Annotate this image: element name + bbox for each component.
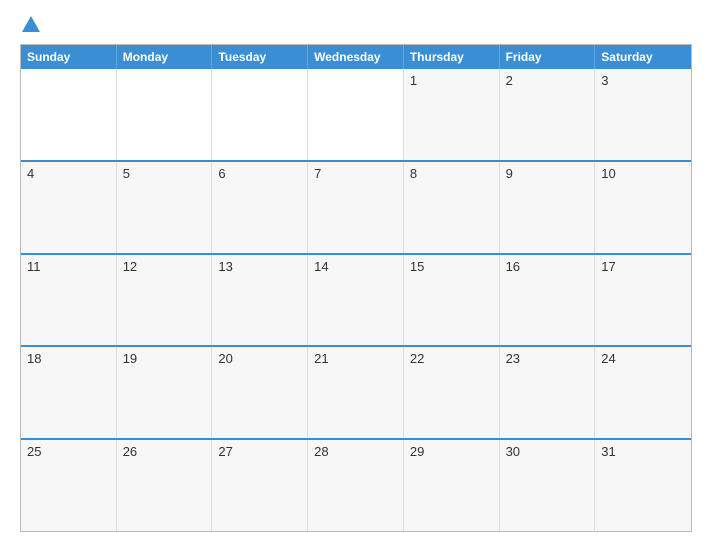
calendar-cell: 20	[212, 347, 308, 438]
day-number: 31	[601, 444, 615, 459]
day-number: 20	[218, 351, 232, 366]
day-number: 16	[506, 259, 520, 274]
calendar-cell: 14	[308, 255, 404, 346]
day-number: 3	[601, 73, 608, 88]
day-number: 13	[218, 259, 232, 274]
day-number: 19	[123, 351, 137, 366]
calendar-cell: 24	[595, 347, 691, 438]
calendar-cell: 7	[308, 162, 404, 253]
calendar-cell: 23	[500, 347, 596, 438]
day-number: 1	[410, 73, 417, 88]
day-number: 8	[410, 166, 417, 181]
day-number: 12	[123, 259, 137, 274]
day-number: 22	[410, 351, 424, 366]
calendar-cell: 22	[404, 347, 500, 438]
day-number: 25	[27, 444, 41, 459]
calendar-body: 1234567891011121314151617181920212223242…	[21, 69, 691, 531]
day-number: 21	[314, 351, 328, 366]
calendar-header-cell: Wednesday	[308, 45, 404, 69]
day-number: 4	[27, 166, 34, 181]
day-number: 6	[218, 166, 225, 181]
calendar-header: SundayMondayTuesdayWednesdayThursdayFrid…	[21, 45, 691, 69]
calendar-cell: 9	[500, 162, 596, 253]
logo-triangle-icon	[22, 16, 40, 32]
day-number: 2	[506, 73, 513, 88]
calendar-header-cell: Friday	[500, 45, 596, 69]
day-number: 15	[410, 259, 424, 274]
calendar-header-cell: Thursday	[404, 45, 500, 69]
day-number: 18	[27, 351, 41, 366]
calendar-cell: 2	[500, 69, 596, 160]
calendar-cell: 21	[308, 347, 404, 438]
day-number: 26	[123, 444, 137, 459]
calendar-week: 11 12 13 14 15 16 17	[21, 255, 691, 348]
day-number: 29	[410, 444, 424, 459]
page-header	[20, 18, 692, 34]
calendar-header-cell: Sunday	[21, 45, 117, 69]
calendar-week: 1 2 3	[21, 69, 691, 162]
calendar-cell: 29	[404, 440, 500, 531]
calendar-cell	[117, 69, 213, 160]
calendar-week: 18 19 20 21 22 23 24	[21, 347, 691, 440]
calendar-cell: 6	[212, 162, 308, 253]
calendar-cell	[21, 69, 117, 160]
calendar-cell: 28	[308, 440, 404, 531]
calendar-cell: 19	[117, 347, 213, 438]
calendar-cell: 25	[21, 440, 117, 531]
calendar-page: SundayMondayTuesdayWednesdayThursdayFrid…	[0, 0, 712, 550]
day-number: 14	[314, 259, 328, 274]
day-number: 17	[601, 259, 615, 274]
day-number: 7	[314, 166, 321, 181]
calendar-cell: 16	[500, 255, 596, 346]
calendar-cell: 10	[595, 162, 691, 253]
calendar-week: 4 5 6 7 8 9 10	[21, 162, 691, 255]
calendar-cell: 26	[117, 440, 213, 531]
calendar-cell: 3	[595, 69, 691, 160]
calendar-cell	[212, 69, 308, 160]
calendar-grid: SundayMondayTuesdayWednesdayThursdayFrid…	[20, 44, 692, 532]
day-number: 24	[601, 351, 615, 366]
calendar-cell: 4	[21, 162, 117, 253]
logo	[20, 18, 40, 34]
calendar-cell: 12	[117, 255, 213, 346]
day-number: 30	[506, 444, 520, 459]
calendar-cell: 1	[404, 69, 500, 160]
calendar-cell: 17	[595, 255, 691, 346]
day-number: 23	[506, 351, 520, 366]
calendar-cell: 8	[404, 162, 500, 253]
day-number: 27	[218, 444, 232, 459]
day-number: 9	[506, 166, 513, 181]
day-number: 10	[601, 166, 615, 181]
calendar-cell: 31	[595, 440, 691, 531]
calendar-cell: 11	[21, 255, 117, 346]
calendar-header-cell: Tuesday	[212, 45, 308, 69]
calendar-cell: 30	[500, 440, 596, 531]
day-number: 11	[27, 259, 41, 274]
calendar-header-cell: Monday	[117, 45, 213, 69]
calendar-cell: 27	[212, 440, 308, 531]
calendar-header-cell: Saturday	[595, 45, 691, 69]
day-number: 28	[314, 444, 328, 459]
calendar-cell: 5	[117, 162, 213, 253]
calendar-cell: 18	[21, 347, 117, 438]
calendar-cell	[308, 69, 404, 160]
calendar-cell: 15	[404, 255, 500, 346]
calendar-week: 25 26 27 28 29 30 31	[21, 440, 691, 531]
day-number: 5	[123, 166, 130, 181]
calendar-cell: 13	[212, 255, 308, 346]
